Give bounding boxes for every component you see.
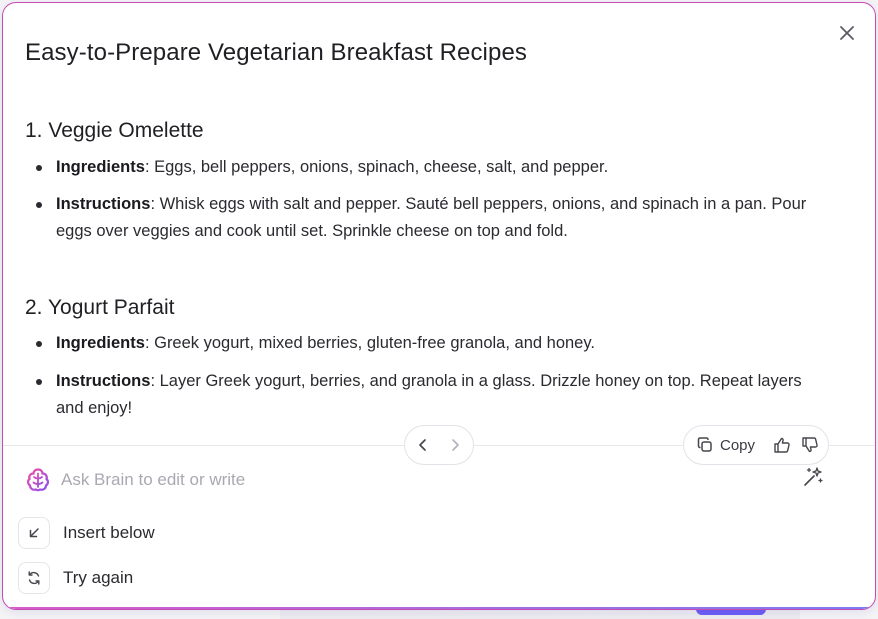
bullet-dot: [36, 379, 42, 385]
dialog-title: Easy-to-Prepare Vegetarian Breakfast Rec…: [25, 39, 527, 66]
insert-below-option[interactable]: Insert below: [18, 516, 155, 550]
bullet-dot: [36, 341, 42, 347]
copy-label: Copy: [720, 436, 756, 454]
chevron-right-icon: [452, 439, 459, 451]
copy-button[interactable]: Copy: [696, 436, 755, 454]
ask-brain-input[interactable]: [61, 467, 761, 493]
refresh-icon: [18, 562, 50, 594]
bullet-text: Instructions: Layer Greek yogurt, berrie…: [56, 368, 816, 422]
bullet-text: Instructions: Whisk eggs with salt and p…: [56, 191, 816, 245]
bullet-label: Instructions: [56, 195, 151, 213]
response-navigation: [404, 425, 474, 465]
try-again-option[interactable]: Try again: [18, 561, 133, 595]
insert-below-label: Insert below: [63, 523, 155, 542]
previous-response-button[interactable]: [412, 434, 434, 456]
thumbs-up-button[interactable]: [771, 434, 793, 456]
ai-response-dialog: Easy-to-Prepare Vegetarian Breakfast Rec…: [2, 2, 876, 610]
close-icon[interactable]: [835, 21, 859, 45]
bullet-text: Ingredients: Eggs, bell peppers, onions,…: [56, 154, 816, 181]
bullet-body: : Layer Greek yogurt, berries, and grano…: [56, 372, 802, 417]
recipe-heading: 2. Yogurt Parfait: [25, 296, 175, 319]
bullet-label: Ingredients: [56, 334, 145, 352]
thumbs-down-button[interactable]: [799, 434, 821, 456]
bullet-text: Ingredients: Greek yogurt, mixed berries…: [56, 330, 816, 357]
recipe-heading: 1. Veggie Omelette: [25, 119, 204, 142]
bullet-dot: [36, 165, 42, 171]
ask-brain-bar: [23, 465, 855, 495]
thumbs-up-icon: [774, 437, 790, 453]
try-again-label: Try again: [63, 568, 134, 587]
thumbs-down-icon: [802, 437, 818, 453]
bullet-dot: [36, 202, 42, 208]
arrow-down-left-icon: [18, 517, 50, 549]
magic-wand-icon[interactable]: [801, 465, 825, 489]
brain-logo-icon: [26, 468, 50, 492]
bullet-body: : Whisk eggs with salt and pepper. Sauté…: [56, 195, 807, 240]
chevron-left-icon: [419, 439, 426, 451]
response-actions: Copy: [683, 425, 829, 465]
bullet-label: Ingredients: [56, 158, 145, 176]
copy-icon: [697, 437, 712, 452]
bullet-body: : Greek yogurt, mixed berries, gluten-fr…: [144, 334, 595, 352]
bullet-body: : Eggs, bell peppers, onions, spinach, c…: [144, 158, 609, 176]
bullet-label: Instructions: [56, 372, 151, 390]
next-response-button[interactable]: [444, 434, 466, 456]
